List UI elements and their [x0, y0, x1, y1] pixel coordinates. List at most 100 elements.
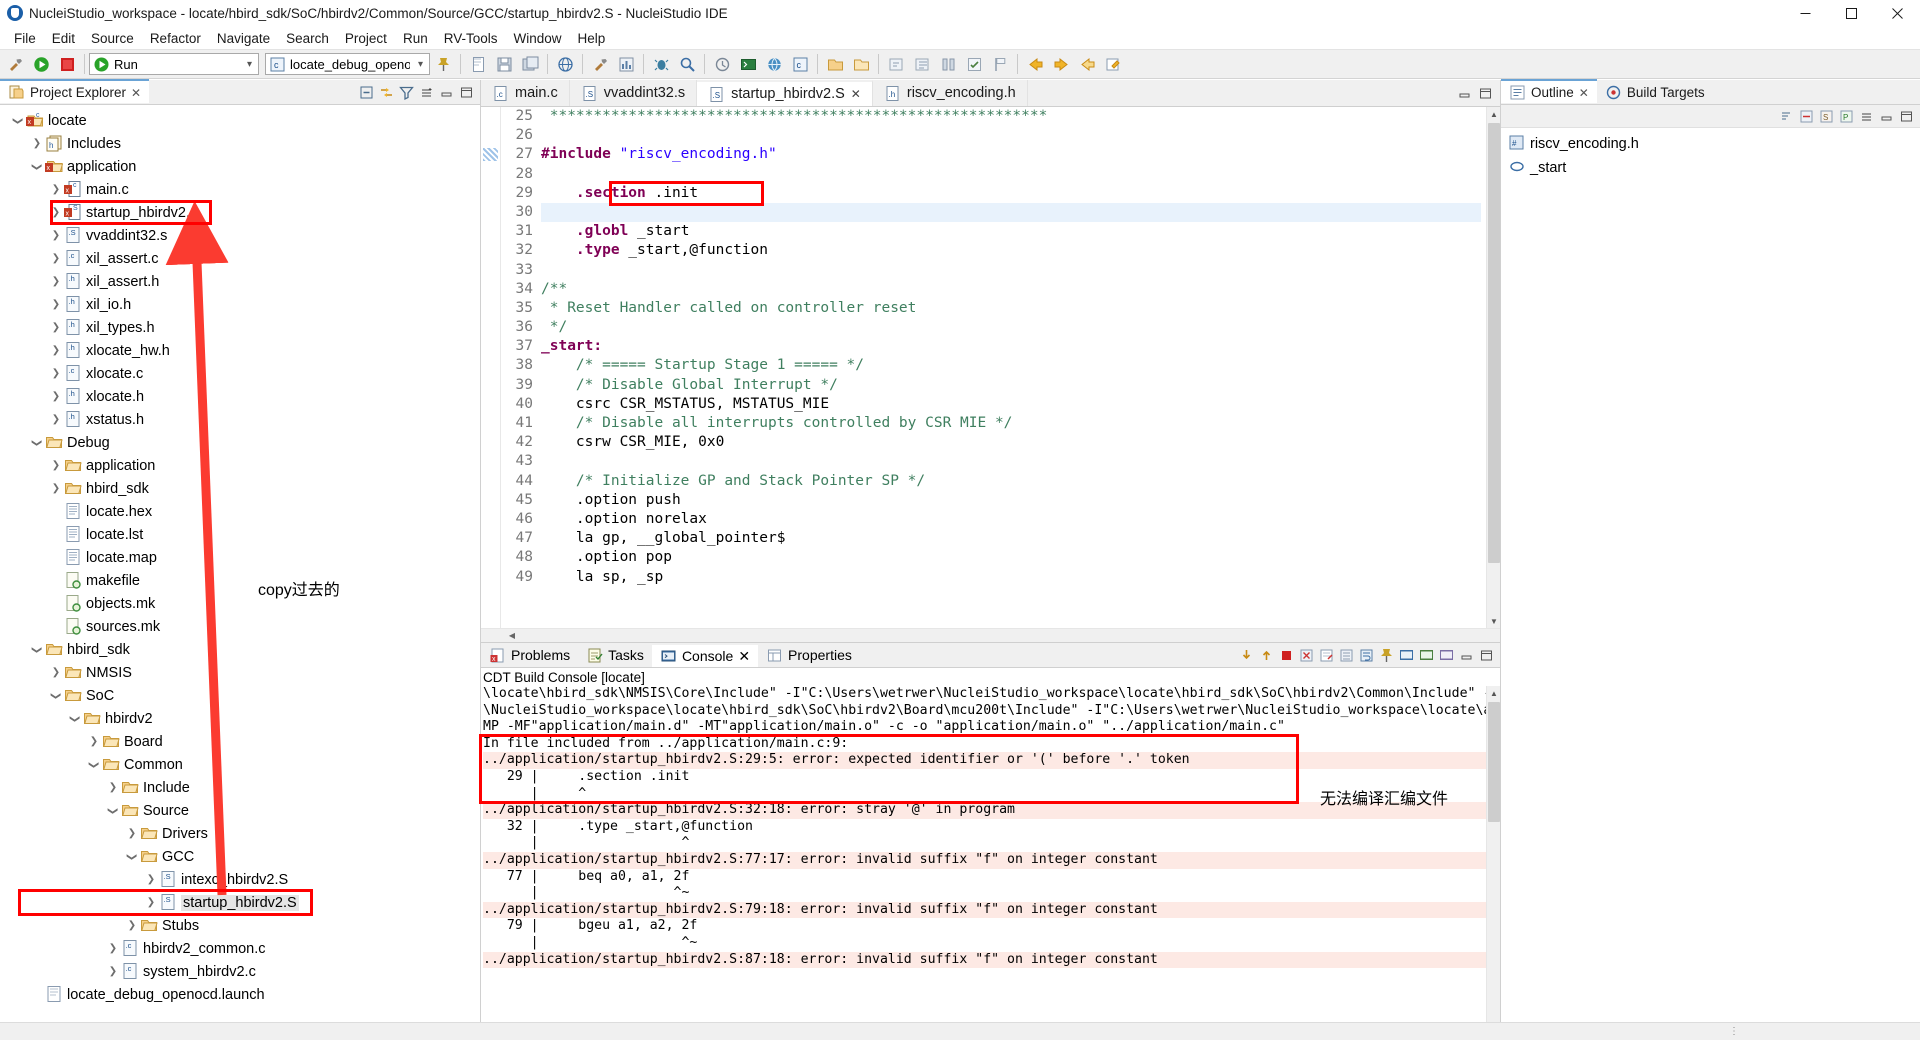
search-button[interactable] [674, 51, 700, 77]
pin-console-icon[interactable] [1378, 647, 1395, 664]
display-console-icon[interactable] [1398, 647, 1415, 664]
maximize-icon[interactable] [1477, 85, 1494, 102]
tree-item-system-hbirdv2-c[interactable]: ❯ .c system_hbirdv2.c [0, 960, 480, 983]
menu-rv-tools[interactable]: RV-Tools [436, 30, 506, 47]
last-edit-location-button[interactable] [1100, 51, 1126, 77]
code-line[interactable] [541, 126, 1481, 145]
tab-tasks[interactable]: Tasks [578, 643, 652, 667]
editor-vertical-scrollbar[interactable]: ▲ ▼ [1486, 107, 1500, 628]
code-line[interactable] [541, 452, 1481, 471]
tree-item-hbird-sdk[interactable]: ❯ hbird_sdk [0, 477, 480, 500]
tab-build-targets[interactable]: Build Targets [1596, 80, 1713, 104]
minimize-button[interactable] [1782, 0, 1828, 27]
scroll-up-icon[interactable]: ▲ [1487, 686, 1501, 700]
code-line[interactable]: ****************************************… [541, 107, 1481, 126]
chevron-down-icon[interactable]: ❯ [86, 757, 102, 773]
chevron-right-icon[interactable]: ❯ [86, 734, 102, 750]
tree-item-xil-types-h[interactable]: ❯ .h xil_types.h [0, 316, 480, 339]
code-line[interactable]: .type _start,@function [541, 241, 1481, 260]
chevron-right-icon[interactable]: ❯ [48, 343, 64, 359]
chevron-right-icon[interactable]: ❯ [48, 205, 64, 221]
history-button[interactable] [709, 51, 735, 77]
scroll-up-icon[interactable]: ▲ [1487, 107, 1500, 121]
chevron-right-icon[interactable]: ❯ [105, 780, 121, 796]
tree-item-hbirdv2-common-c[interactable]: ❯ .c hbirdv2_common.c [0, 937, 480, 960]
tree-item-xlocate-c[interactable]: ❯ .c xlocate.c [0, 362, 480, 385]
export-icon[interactable] [1238, 647, 1255, 664]
code-line[interactable]: .option norelax [541, 510, 1481, 529]
chevron-down-icon[interactable]: ❯ [105, 803, 121, 819]
tree-item-xil-assert-h[interactable]: ❯ .h xil_assert.h [0, 270, 480, 293]
code-line[interactable]: csrc CSR_MSTATUS, MSTATUS_MIE [541, 395, 1481, 414]
tree-item-application[interactable]: ❯ application [0, 454, 480, 477]
view-menu-icon[interactable] [418, 84, 435, 101]
editor-scroll-thumb[interactable] [1488, 123, 1500, 563]
chevron-right-icon[interactable]: ❯ [124, 918, 140, 934]
chevron-right-icon[interactable]: ❯ [48, 366, 64, 382]
tree-item-common[interactable]: ❯ Common [0, 753, 480, 776]
open-folder2-button[interactable] [848, 51, 874, 77]
tree-item-locate-debug-openocd-launch[interactable]: locate_debug_openocd.launch [0, 983, 480, 1006]
menu-source[interactable]: Source [83, 30, 142, 47]
code-line[interactable]: _start: [541, 337, 1481, 356]
tab-problems[interactable]: x Problems [481, 643, 578, 667]
chevron-down-icon[interactable]: ❯ [67, 711, 83, 727]
flag-button[interactable] [987, 51, 1013, 77]
code-line[interactable]: .option push [541, 491, 1481, 510]
terminal-button[interactable] [735, 51, 761, 77]
code-line[interactable]: /* ===== Startup Stage 1 ===== */ [541, 356, 1481, 375]
code-line[interactable] [541, 165, 1481, 184]
pin-launch-button[interactable] [430, 51, 456, 77]
tab-project-explorer[interactable]: Project Explorer ✕ [0, 79, 150, 103]
chevron-right-icon[interactable]: ❯ [48, 228, 64, 244]
code-line[interactable]: .globl _start [541, 222, 1481, 241]
chevron-right-icon[interactable]: ❯ [48, 389, 64, 405]
next-annotation-button[interactable] [883, 51, 909, 77]
globe-button[interactable] [761, 51, 787, 77]
clear-console-icon[interactable] [1318, 647, 1335, 664]
tree-item-startup-hbirdv2-s[interactable]: ❯ .S startup_hbirdv2.S [0, 891, 480, 914]
collapse-all-icon[interactable] [358, 84, 375, 101]
chevron-right-icon[interactable]: ❯ [48, 320, 64, 336]
minimize-icon[interactable] [438, 84, 455, 101]
toggle-block-selection-button[interactable] [935, 51, 961, 77]
maximize-icon[interactable] [1898, 108, 1915, 125]
close-button[interactable] [1874, 0, 1920, 27]
save-button[interactable] [491, 51, 517, 77]
tree-item-stubs[interactable]: ❯ Stubs [0, 914, 480, 937]
minimize-icon[interactable] [1456, 85, 1473, 102]
tree-item-include[interactable]: ❯ Include [0, 776, 480, 799]
close-icon[interactable]: ✕ [851, 87, 861, 101]
chevron-right-icon[interactable]: ❯ [143, 872, 159, 888]
console-output[interactable]: \locate\hbird_sdk\NMSIS\Core\Include" -I… [481, 686, 1486, 1022]
code-line[interactable]: /* Disable all interrupts controlled by … [541, 414, 1481, 433]
chevron-right-icon[interactable]: ❯ [48, 481, 64, 497]
tree-item-sources-mk[interactable]: sources.mk [0, 615, 480, 638]
view-menu-filter-icon[interactable] [398, 84, 415, 101]
chevron-right-icon[interactable]: ❯ [48, 297, 64, 313]
mark-occurrences-button[interactable] [961, 51, 987, 77]
view-menu-icon[interactable] [1858, 108, 1875, 125]
tab-properties[interactable]: Properties [758, 643, 860, 667]
tree-item-soc[interactable]: ❯ SoC [0, 684, 480, 707]
tree-item-debug[interactable]: ❯ Debug [0, 431, 480, 454]
scroll-down-icon[interactable]: ▼ [1487, 614, 1500, 628]
editor-tab-main-c[interactable]: .c main.c [481, 80, 570, 106]
launch-mode-combo[interactable]: Run ▾ [89, 53, 259, 75]
menu-project[interactable]: Project [337, 30, 395, 47]
remove-launch-icon[interactable] [1298, 647, 1315, 664]
back2-button[interactable] [1074, 51, 1100, 77]
chevron-right-icon[interactable]: ❯ [48, 182, 64, 198]
code-line[interactable]: la sp, _sp [541, 568, 1481, 587]
editor-horizontal-scrollbar[interactable]: ◀ [481, 628, 1500, 642]
tree-item-locate-map[interactable]: locate.map [0, 546, 480, 569]
menu-run[interactable]: Run [395, 30, 436, 47]
project-tree[interactable]: ❯ x c locate ❯ h Includes ❯ x application ❯ x c main.… [0, 105, 480, 1022]
code-line[interactable]: .option pop [541, 548, 1481, 567]
minimize-icon[interactable] [1878, 108, 1895, 125]
tree-item-startup-hbirdv2-s[interactable]: ❯ x Sstartup_hbirdv2.S [0, 201, 480, 224]
analysis-button[interactable] [613, 51, 639, 77]
tree-item-locate-hex[interactable]: locate.hex [0, 500, 480, 523]
tree-item-drivers[interactable]: ❯ Drivers [0, 822, 480, 845]
chevron-right-icon[interactable]: ❯ [48, 458, 64, 474]
